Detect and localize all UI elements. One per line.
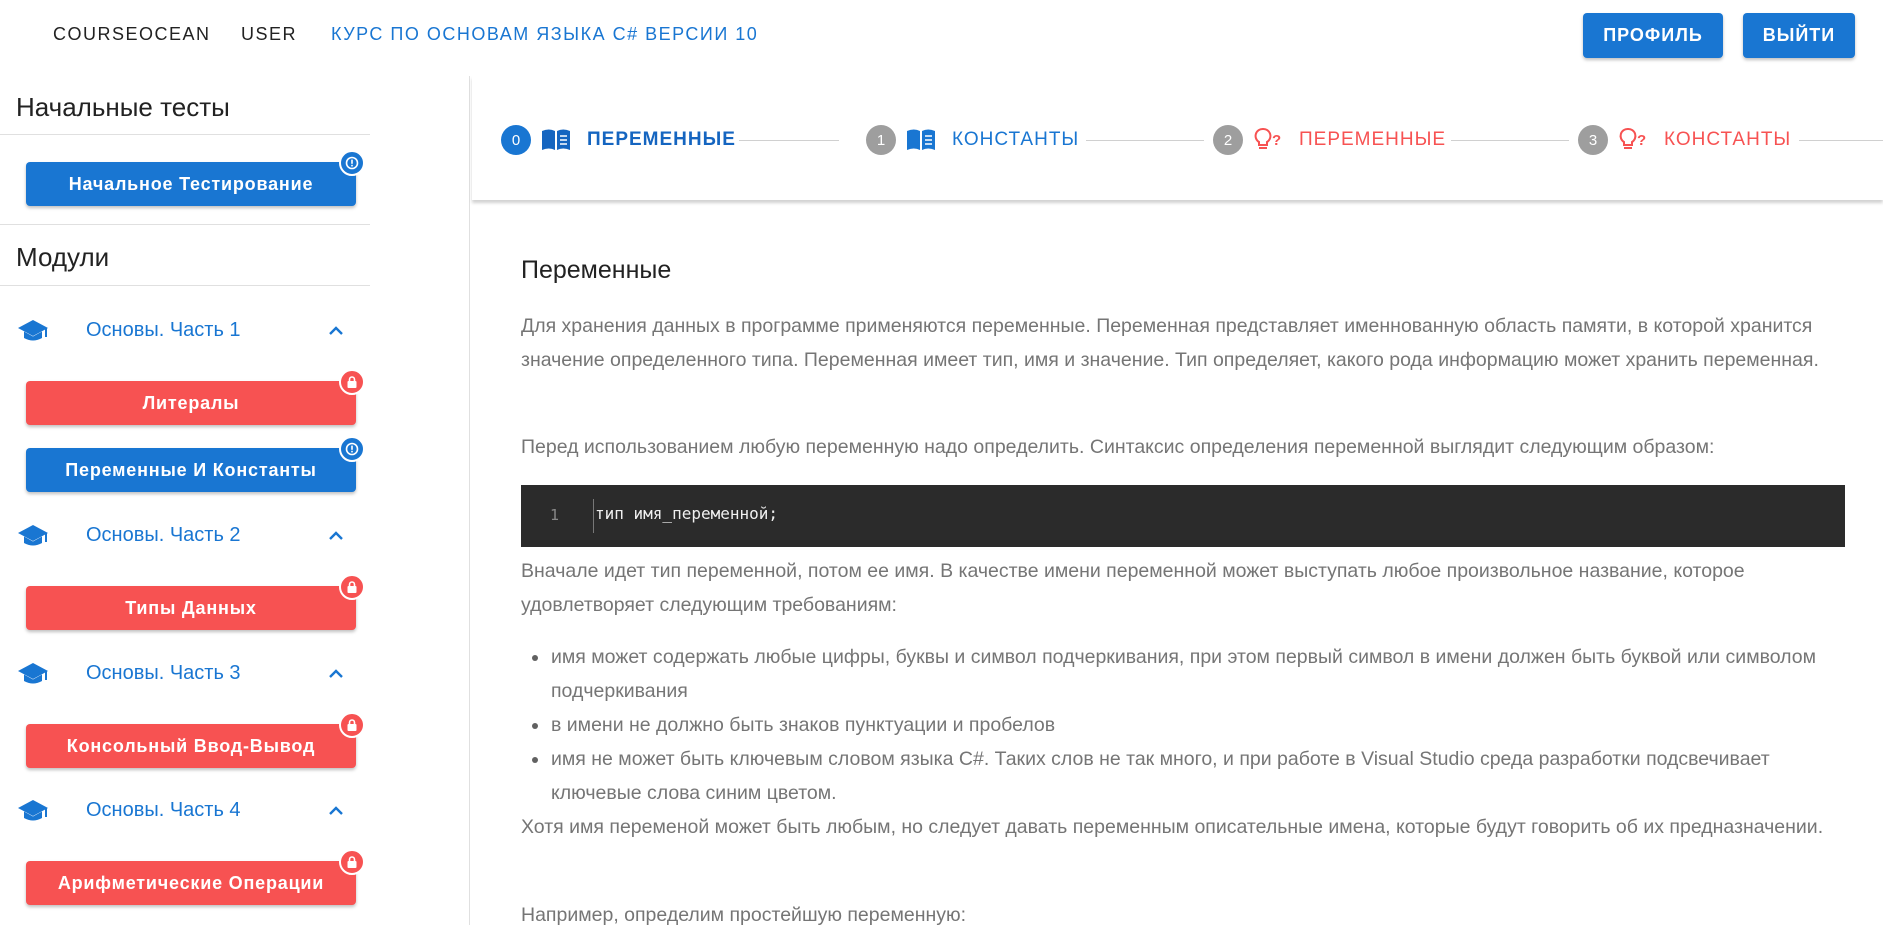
chevron-up-icon xyxy=(329,806,343,815)
code-line-number: 1 xyxy=(550,506,560,524)
lesson-button-literals[interactable]: Литералы xyxy=(26,381,356,425)
bullet-icon xyxy=(532,723,538,729)
module-item-2[interactable]: Основы. Часть 2 xyxy=(0,516,370,556)
sidebar: Начальные тесты Начальное Тестирование М… xyxy=(0,70,470,925)
profile-button[interactable]: ПРОФИЛЬ xyxy=(1583,13,1723,58)
step-connector xyxy=(739,140,839,141)
svg-text:?: ? xyxy=(1637,132,1646,149)
graduation-cap-icon xyxy=(18,663,48,684)
chevron-up-icon xyxy=(329,326,343,335)
step-2[interactable]: 2 ? ПЕРЕМЕННЫЕ xyxy=(1213,124,1446,156)
lesson-label: Консольный Ввод-Вывод xyxy=(66,735,316,756)
module-label: Основы. Часть 4 xyxy=(86,799,241,821)
divider xyxy=(0,224,370,225)
graduation-cap-icon xyxy=(18,525,48,546)
lesson-paragraph: Вначале идет тип переменной, потом ее им… xyxy=(521,560,1745,616)
lightbulb-question-icon: ? xyxy=(1618,126,1650,154)
lock-icon xyxy=(339,574,365,600)
step-connector xyxy=(1086,140,1204,141)
lock-icon xyxy=(339,712,365,738)
lesson-paragraph: Например, определим простейшую переменну… xyxy=(521,904,967,925)
lesson-title: Переменные xyxy=(521,256,672,284)
lesson-label: Арифметические Операции xyxy=(57,872,325,893)
lesson-paragraph: Для хранения данных в программе применяю… xyxy=(521,315,1819,371)
list-item: имя может содержать любые цифры, буквы и… xyxy=(521,640,1845,708)
module-item-3[interactable]: Основы. Часть 3 xyxy=(0,654,370,694)
step-0[interactable]: 0 ПЕРЕМЕННЫЕ xyxy=(501,124,736,156)
bullet-icon xyxy=(532,655,538,661)
module-item-1[interactable]: Основы. Часть 1 xyxy=(0,311,370,351)
list-item: в имени не должно быть знаков пунктуации… xyxy=(521,708,1845,742)
step-label: КОНСТАНТЫ xyxy=(952,129,1080,150)
step-3[interactable]: 3 ? КОНСТАНТЫ xyxy=(1578,124,1791,156)
module-label: Основы. Часть 2 xyxy=(86,524,241,546)
book-icon xyxy=(906,126,938,154)
brand-link[interactable]: COURSEOCEAN xyxy=(53,24,211,45)
divider xyxy=(0,285,370,286)
list-item-text: имя может содержать любые цифры, буквы и… xyxy=(551,646,1817,702)
code-block: 1 тип имя_переменной; xyxy=(521,485,1845,547)
step-label: КОНСТАНТЫ xyxy=(1664,129,1792,150)
graduation-cap-icon xyxy=(18,320,48,341)
requirements-list: имя может содержать любые цифры, буквы и… xyxy=(521,640,1845,810)
module-item-4[interactable]: Основы. Часть 4 xyxy=(0,791,370,831)
initial-test-button[interactable]: Начальное Тестирование xyxy=(26,162,356,206)
bullet-icon xyxy=(532,757,538,763)
top-app-bar: COURSEOCEAN USER КУРС ПО ОСНОВАМ ЯЗЫКА C… xyxy=(0,0,1883,70)
svg-text:?: ? xyxy=(1272,132,1281,149)
code-gutter xyxy=(593,499,594,533)
lesson-button-console-io[interactable]: Консольный Ввод-Вывод xyxy=(26,724,356,768)
step-connector xyxy=(1451,140,1569,141)
user-link[interactable]: USER xyxy=(241,24,297,45)
chevron-up-icon xyxy=(329,669,343,678)
book-icon xyxy=(541,126,573,154)
lesson-label: Переменные И Константы xyxy=(65,459,317,480)
lesson-label: Типы Данных xyxy=(125,597,257,618)
lock-icon xyxy=(339,849,365,875)
module-label: Основы. Часть 3 xyxy=(86,662,241,684)
modules-title: Модули xyxy=(16,242,110,272)
info-icon xyxy=(339,150,365,176)
lightbulb-question-icon: ? xyxy=(1253,126,1285,154)
code-text: тип имя_переменной; xyxy=(595,504,779,523)
lesson-button-variables-constants[interactable]: Переменные И Константы xyxy=(26,448,356,492)
logout-button[interactable]: ВЫЙТИ xyxy=(1743,13,1855,58)
lesson-label: Литералы xyxy=(142,392,240,413)
step-number: 3 xyxy=(1578,125,1608,155)
step-number: 2 xyxy=(1213,125,1243,155)
lesson-button-arithmetic[interactable]: Арифметические Операции xyxy=(26,861,356,905)
list-item-text: в имени не должно быть знаков пунктуации… xyxy=(551,714,1056,736)
step-label: ПЕРЕМЕННЫЕ xyxy=(1299,129,1447,150)
chevron-up-icon xyxy=(329,531,343,540)
initial-test-label: Начальное Тестирование xyxy=(68,173,314,194)
lesson-paragraph: Хотя имя переменой может быть любым, но … xyxy=(521,816,1824,838)
step-number: 0 xyxy=(501,125,531,155)
lesson-button-data-types[interactable]: Типы Данных xyxy=(26,586,356,630)
lock-icon xyxy=(339,369,365,395)
module-label: Основы. Часть 1 xyxy=(86,319,241,341)
list-item-text: имя не может быть ключевым словом языка … xyxy=(551,748,1770,804)
step-number: 1 xyxy=(866,125,896,155)
list-item: имя не может быть ключевым словом языка … xyxy=(521,742,1845,810)
info-icon xyxy=(339,436,365,462)
initial-tests-title: Начальные тесты xyxy=(16,92,230,122)
step-connector xyxy=(1799,140,1883,141)
step-label: ПЕРЕМЕННЫЕ xyxy=(587,129,736,150)
sidebar-divider xyxy=(469,76,470,925)
divider xyxy=(0,134,370,135)
lesson-paragraph: Перед использованием любую переменную на… xyxy=(521,436,1715,458)
lesson-stepper: 0 ПЕРЕМЕННЫЕ 1 КОНСТАНТЫ 2 ? ПЕРЕМЕННЫЕ … xyxy=(472,76,1883,200)
step-1[interactable]: 1 КОНСТАНТЫ xyxy=(866,124,1079,156)
graduation-cap-icon xyxy=(18,800,48,821)
course-link[interactable]: КУРС ПО ОСНОВАМ ЯЗЫКА C# ВЕРСИИ 10 xyxy=(331,24,758,45)
